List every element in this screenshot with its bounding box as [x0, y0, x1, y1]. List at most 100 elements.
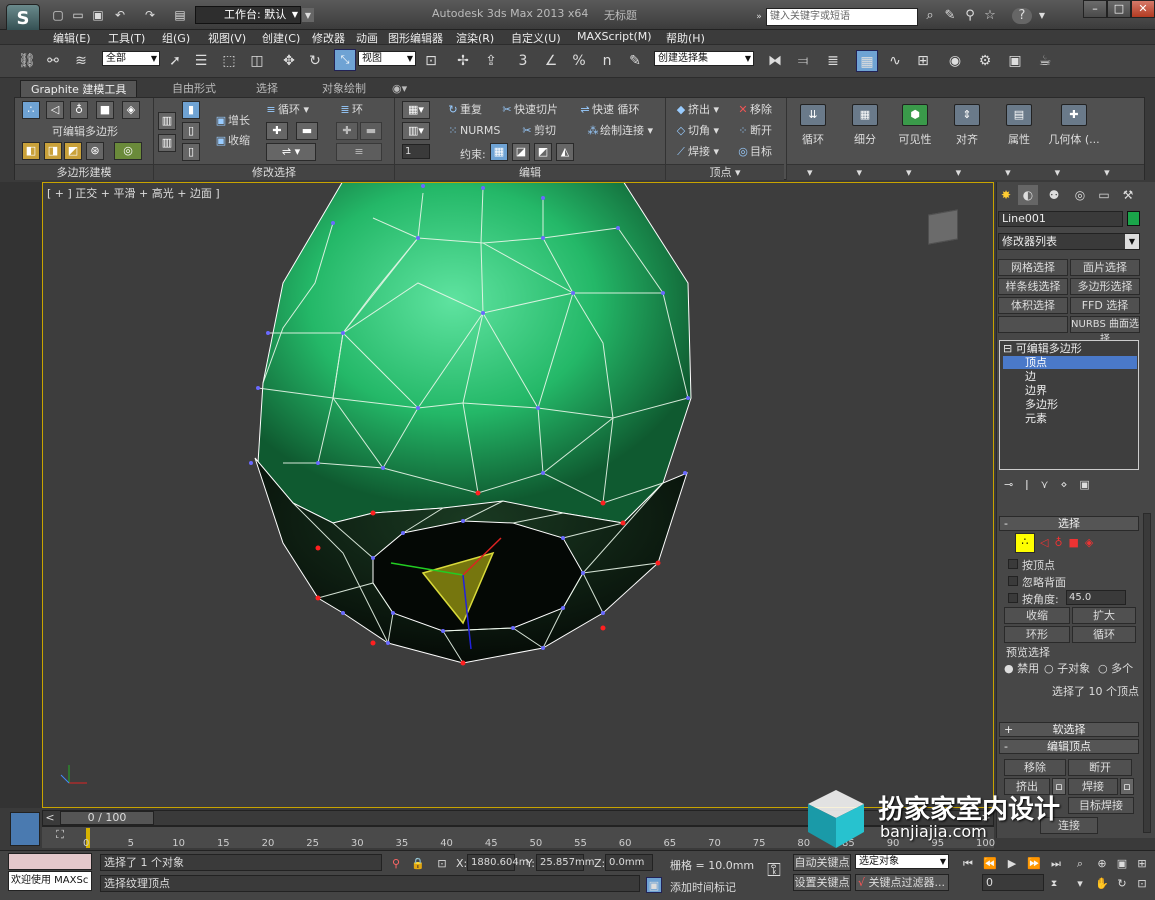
isolate-selection-icon[interactable]: ⚲	[388, 856, 404, 872]
element-mode-icon[interactable]: ◈	[122, 101, 140, 119]
viewport-front[interactable]	[42, 180, 994, 808]
sel-tool-b-icon[interactable]: ▯	[182, 122, 200, 140]
vol-select-button[interactable]: 体积选择	[998, 297, 1068, 314]
key-selection-dropdown[interactable]: 选定对象 ▼	[855, 854, 949, 869]
use-soft-selection-icon[interactable]: ◎	[114, 142, 142, 160]
maximize-viewport-icon[interactable]: ⊡	[1134, 876, 1150, 892]
help-icon[interactable]: ?	[1012, 8, 1032, 24]
constraint-none-icon[interactable]: ▦	[490, 143, 508, 161]
y-coord-field[interactable]: 25.857mm	[536, 854, 594, 871]
prev-frame-icon[interactable]: <	[44, 811, 56, 825]
ring-mode-icon[interactable]: ≡	[336, 143, 382, 161]
patch-select-button[interactable]: 面片选择	[1070, 259, 1140, 276]
layer-manager-icon[interactable]: ≣	[822, 50, 844, 72]
sel-vertex-icon[interactable]: ∴	[1015, 533, 1035, 553]
panel-title-edit[interactable]: 编辑	[395, 164, 665, 180]
mesh-select-button[interactable]: 网格选择	[998, 259, 1068, 276]
binoculars-icon[interactable]: ⌕	[922, 8, 938, 24]
object-color-swatch[interactable]	[1127, 211, 1140, 226]
shrink-sel-button[interactable]: 收缩	[1004, 607, 1070, 624]
maximize-button[interactable]: □	[1107, 0, 1131, 18]
save-icon[interactable]: ▣	[90, 7, 106, 23]
zoom-extents-icon[interactable]: ▣	[1114, 856, 1130, 872]
vertex-mode-icon[interactable]: ∴	[22, 101, 40, 119]
remove-vertex-button[interactable]: 移除	[1004, 759, 1066, 776]
snap-toggle-icon[interactable]: 3	[512, 50, 534, 72]
time-slider-thumb[interactable]: 0 / 100	[60, 811, 154, 825]
utilities-tab-icon[interactable]: ⚒	[1118, 185, 1138, 205]
target-weld-button-panel[interactable]: 目标焊接	[1068, 797, 1134, 814]
stack-tools-icons[interactable]: ⊸ǀ⋎⋄▣	[1004, 478, 1102, 491]
loop-mode-icon[interactable]: ⇌ ▾	[266, 143, 316, 161]
render-teapot-icon[interactable]: ☕	[1034, 50, 1056, 72]
command-panel-scrollbar[interactable]	[1143, 513, 1151, 833]
paint-connect-button[interactable]: ⁂ 绘制连接 ▾	[586, 122, 654, 140]
new-file-icon[interactable]: ▢	[50, 7, 66, 23]
auto-key-button[interactable]: 自动关键点	[793, 854, 851, 871]
set-key-button[interactable]: 设置关键点	[793, 874, 851, 891]
visibility-panel-button[interactable]: ⬢ 可见性	[890, 98, 940, 164]
modifier-list-dropdown[interactable]: 修改器列表 ▼	[998, 233, 1140, 250]
maxscript-listener[interactable]	[8, 853, 92, 870]
preview-multi-radio[interactable]: ○ 多个	[1098, 660, 1133, 676]
break-button[interactable]: ⁘ 断开	[736, 122, 772, 140]
ffd-select-button[interactable]: FFD 选择	[1070, 297, 1140, 314]
spinner-snap-icon[interactable]: n	[596, 50, 618, 72]
align-icon[interactable]: ⫤	[792, 50, 814, 72]
preview-subobj-radio[interactable]: ○ 子对象	[1044, 660, 1090, 676]
grow-sel-button[interactable]: 扩大	[1072, 607, 1136, 624]
named-selection-set-dropdown[interactable]: 创建选择集 ▼	[654, 51, 754, 66]
window-crossing-icon[interactable]: ◫	[246, 50, 268, 72]
geometry-panel-button[interactable]: ✚ 几何体 (...	[1044, 98, 1104, 164]
expand-icon[interactable]: »	[751, 9, 767, 25]
rollout-selection[interactable]: - 选择	[999, 516, 1139, 531]
sel-tool-a-icon[interactable]: ▮	[182, 101, 200, 119]
sel-tool-c-icon[interactable]: ▯	[182, 143, 200, 161]
absolute-mode-icon[interactable]: ⊡	[434, 856, 450, 872]
object-name-field[interactable]: Line001	[998, 211, 1123, 227]
hierarchy-tab-icon[interactable]: ⚉	[1044, 185, 1064, 205]
track-filter-icon[interactable]: ⛶	[50, 828, 70, 846]
stack-item-polygon[interactable]: 多边形	[1003, 398, 1058, 411]
panel-title-poly-modeling[interactable]: 多边形建模	[15, 164, 153, 180]
schematic-view-icon[interactable]: ⊞	[912, 50, 934, 72]
properties-panel-button[interactable]: ▤ 属性	[994, 98, 1044, 164]
select-manipulate-icon[interactable]: ✢	[452, 50, 474, 72]
set-key-icon[interactable]: ⚿	[760, 860, 788, 886]
collapse-stack-icon[interactable]: ⊛	[86, 142, 104, 160]
tab-selection[interactable]: 选择	[246, 80, 288, 97]
fov-icon[interactable]: ▾	[1072, 876, 1088, 892]
key-mode-icon[interactable]: ⧗	[1046, 876, 1062, 892]
select-scale-icon[interactable]: ⤡	[334, 49, 356, 71]
stack-item-border[interactable]: 边界	[1003, 384, 1047, 397]
extrude-button[interactable]: ◆ 挤出 ▾	[674, 101, 719, 119]
chamfer-button[interactable]: ◇ 切角 ▾	[674, 122, 719, 140]
zoom-all-icon[interactable]: ⊕	[1094, 856, 1110, 872]
stack-item-element[interactable]: 元素	[1003, 412, 1047, 425]
next-key-icon[interactable]: ⏩	[1026, 856, 1042, 872]
sel-next-icon[interactable]: ▥	[158, 134, 176, 152]
pivot-center-icon[interactable]: ⊡	[420, 50, 442, 72]
sel-subobject-icons[interactable]: ◁♁■◈	[1040, 536, 1099, 549]
select-by-name-icon[interactable]: ☰	[190, 50, 212, 72]
add-time-tag[interactable]: 添加时间标记	[670, 879, 736, 895]
goto-start-icon[interactable]: ⏮	[960, 856, 976, 872]
undo-icon[interactable]: ↶	[112, 7, 128, 23]
link-icon[interactable]: ⛓	[16, 50, 38, 72]
edit-spinner[interactable]: 1	[402, 144, 430, 159]
current-frame-field[interactable]: 0	[982, 874, 1044, 891]
help-dropdown-icon[interactable]: ▼	[1034, 8, 1050, 24]
preserve-uv-icon[interactable]: ▦▾	[402, 101, 430, 119]
keyboard-shortcut-icon[interactable]: ⇪	[480, 50, 502, 72]
big-panels-expand-icon[interactable]: ▾▾▾▾▾▾▾	[787, 164, 1144, 180]
weld-vertex-button[interactable]: 焊接	[1068, 778, 1118, 795]
cut-button[interactable]: ✂ 剪切	[520, 122, 556, 140]
display-tab-icon[interactable]: ▭	[1094, 185, 1114, 205]
select-move-icon[interactable]: ✥	[278, 50, 300, 72]
modify-tab-icon[interactable]: ◐	[1018, 185, 1038, 205]
angle-snap-icon[interactable]: ∠	[540, 50, 562, 72]
redo-icon[interactable]: ↷	[142, 7, 158, 23]
angle-spinner[interactable]: 45.0	[1066, 590, 1126, 605]
panel-title-modify-selection[interactable]: 修改选择	[154, 164, 394, 180]
mirror-icon[interactable]: ⧓	[764, 50, 786, 72]
